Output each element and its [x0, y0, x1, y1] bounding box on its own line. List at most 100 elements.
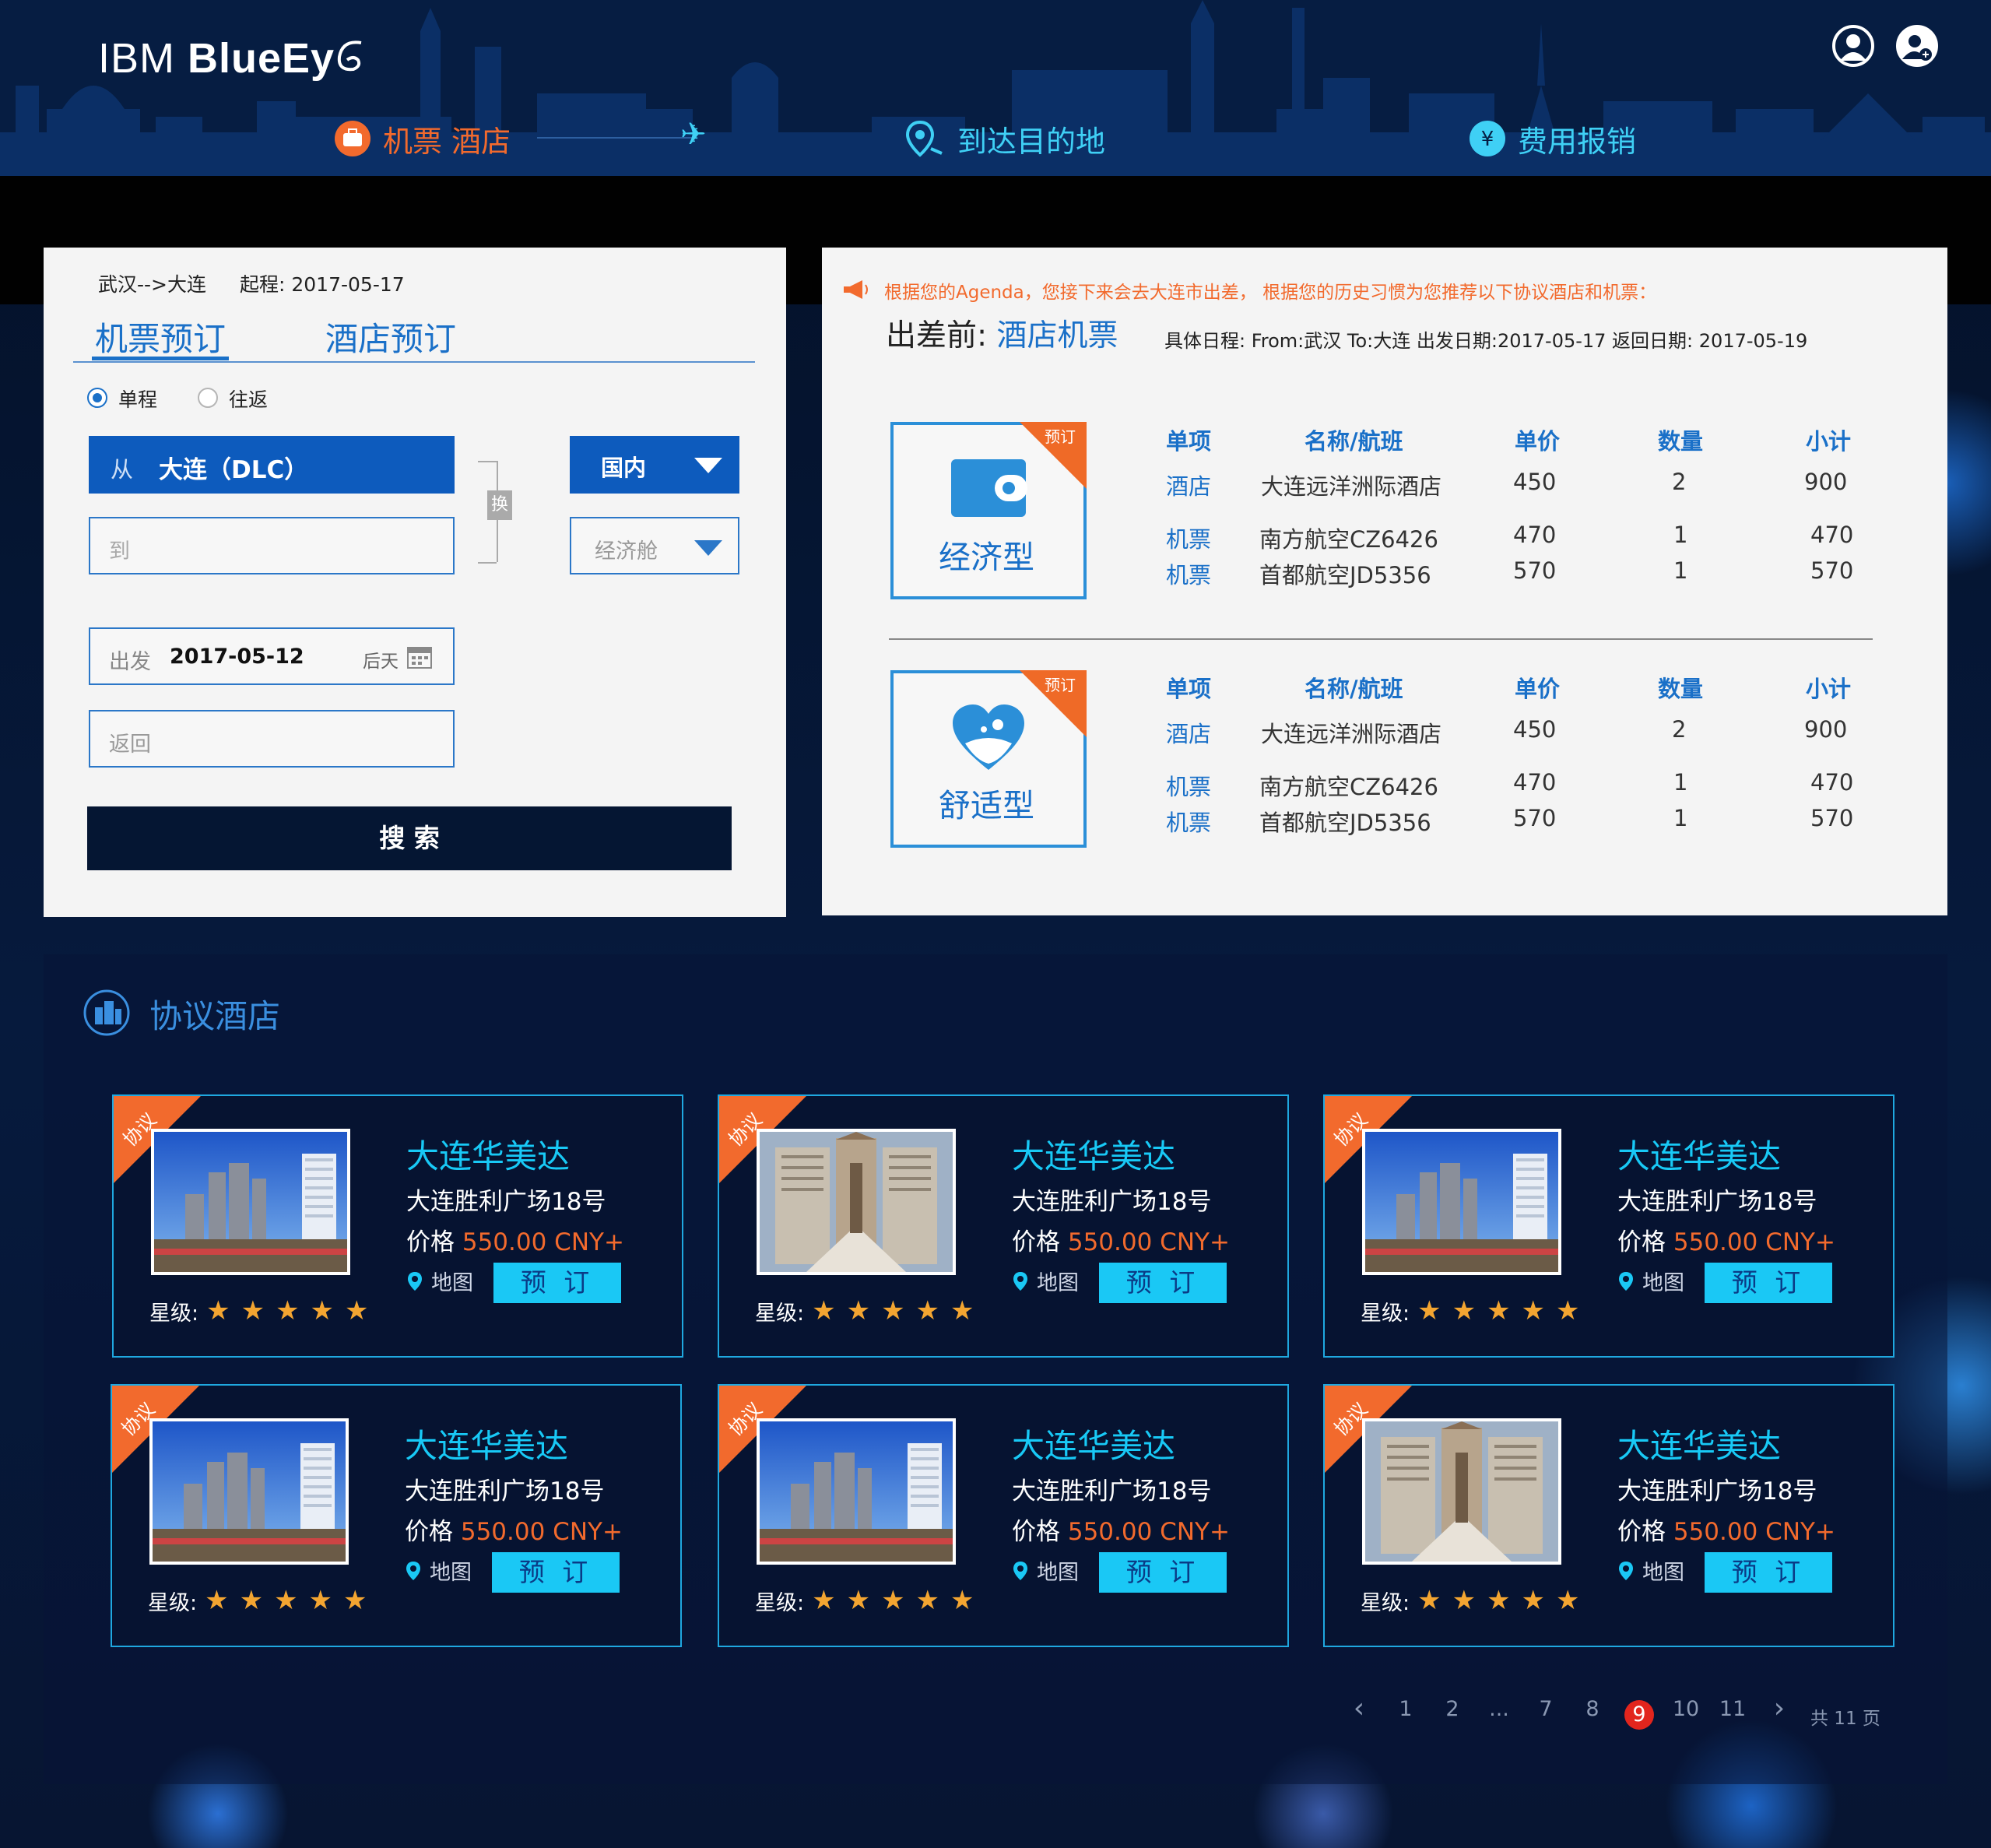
hotel-card[interactable]: 协议 大连华美达 大连胜利广场18号 价格 550.00 CNY+ 地图 预 订… [112, 1094, 683, 1358]
header: IBM BlueEy 机票 酒店 ✈ 到达目的地 ¥ 费用报销 [0, 0, 1991, 176]
hotel-book-button[interactable]: 预 订 [1705, 1263, 1832, 1303]
hotel-name[interactable]: 大连华美达 [1012, 1130, 1175, 1178]
svg-text:¥: ¥ [1481, 128, 1494, 151]
hotel-map-link[interactable]: 地图 [1617, 1266, 1684, 1296]
hotel-card[interactable]: 协议 大连华美达 大连胜利广场18号 价格 550.00 CNY+ 地图 预 订… [1323, 1094, 1894, 1358]
hotel-photo[interactable] [1362, 1418, 1561, 1565]
page-total: 共 11 页 [1810, 1709, 1880, 1729]
nav-flight-hotel[interactable]: 机票 酒店 [333, 117, 511, 160]
hotel-photo[interactable] [149, 1418, 349, 1565]
nav-progress-line [537, 137, 693, 139]
return-placeholder: 返回 [109, 733, 151, 757]
calendar-icon[interactable] [406, 643, 433, 669]
recommendation-panel: 根据您的Agenda，您接下来会去大连市出差， 根据您的历史习惯为您推荐以下协议… [822, 248, 1947, 915]
hotel-rating: 星级: ★★★★★ [1361, 1295, 1591, 1326]
round-trip-radio[interactable] [198, 388, 218, 408]
hotel-name[interactable]: 大连华美达 [405, 1420, 568, 1467]
page-number[interactable]: 7 [1529, 1697, 1563, 1721]
swap-button[interactable]: 换 [487, 490, 512, 520]
col-header-name: 名称/航班 [1305, 676, 1403, 702]
row-price: 570 [1513, 805, 1557, 831]
hotel-price-value: 550.00 CNY+ [460, 1518, 623, 1546]
page-number[interactable]: 1 [1389, 1697, 1423, 1721]
page-number[interactable]: 2 [1435, 1697, 1470, 1721]
hotel-rating: 星级: ★★★★★ [149, 1295, 380, 1326]
swap-bracket-bottom [478, 562, 497, 564]
star-rating-icons: ★★★★★ [1417, 1585, 1591, 1616]
economy-package-card[interactable]: 预订 经济型 [890, 422, 1087, 599]
comfort-package-card[interactable]: 预订 舒适型 [890, 670, 1087, 848]
region-select[interactable]: 国内 [570, 436, 739, 494]
hotel-price-value: 550.00 CNY+ [462, 1228, 624, 1256]
suitcase-icon [335, 121, 370, 156]
hotel-map-link[interactable]: 地图 [1617, 1555, 1684, 1586]
map-pin-icon [408, 1271, 422, 1291]
hotel-photo-image [1365, 1132, 1558, 1272]
row-qty: 2 [1672, 716, 1687, 743]
hotel-photo-image [153, 1421, 346, 1562]
page-number[interactable]: 8 [1575, 1697, 1610, 1721]
hotel-book-button[interactable]: 预 订 [493, 1263, 621, 1303]
one-way-radio[interactable] [87, 388, 107, 408]
add-user-icon[interactable] [1896, 25, 1938, 67]
hotel-card[interactable]: 协议 大连华美达 大连胜利广场18号 价格 550.00 CNY+ 地图 预 订… [111, 1384, 682, 1647]
hotel-address: 大连胜利广场18号 [1617, 1188, 1817, 1216]
hotel-book-button[interactable]: 预 订 [1099, 1552, 1227, 1593]
hotel-map-link[interactable]: 地图 [405, 1555, 472, 1586]
nav-destination[interactable]: 到达目的地 [903, 117, 1105, 160]
hotel-photo[interactable] [757, 1418, 956, 1565]
ibm-blueeye-logo[interactable]: IBM BlueEy [98, 34, 366, 83]
hotel-name[interactable]: 大连华美达 [1617, 1130, 1781, 1178]
hotel-photo[interactable] [1362, 1129, 1561, 1275]
nav-reimbursement[interactable]: ¥ 费用报销 [1468, 117, 1636, 160]
star-rating-icons: ★★★★★ [812, 1585, 985, 1616]
row-qty: 1 [1673, 769, 1688, 796]
page-prev-icon[interactable]: ‹ [1342, 1692, 1376, 1724]
from-field[interactable]: 从 大连（DLC） [89, 436, 455, 494]
row-subtotal: 470 [1810, 522, 1854, 548]
row-name: 首都航空JD5356 [1259, 810, 1431, 836]
hotel-map-label: 地图 [430, 1561, 472, 1585]
hotel-card[interactable]: 协议 大连华美达 大连胜利广场18号 价格 550.00 CNY+ 地图 预 订… [1323, 1384, 1894, 1647]
tab-flight-booking[interactable]: 机票预订 [95, 313, 226, 360]
hotel-rating: 星级: ★★★★★ [1361, 1585, 1591, 1616]
page-number[interactable]: 10 [1669, 1697, 1703, 1721]
page-number[interactable]: 11 [1715, 1697, 1750, 1721]
hotel-book-button[interactable]: 预 订 [492, 1552, 620, 1593]
hotel-map-link[interactable]: 地图 [406, 1266, 473, 1296]
package-divider [889, 638, 1873, 640]
page-number[interactable]: 9 [1624, 1700, 1654, 1730]
user-profile-icon[interactable] [1832, 25, 1874, 67]
col-header-item: 单项 [1166, 676, 1212, 702]
page-next-icon[interactable]: › [1762, 1692, 1796, 1724]
to-field[interactable]: 到 [89, 517, 455, 574]
page-number[interactable]: ... [1482, 1697, 1516, 1721]
hotel-book-button[interactable]: 预 订 [1705, 1552, 1832, 1593]
row-subtotal: 570 [1810, 805, 1854, 831]
col-header-qty: 数量 [1658, 428, 1704, 455]
swap-bracket-top [478, 461, 497, 462]
hotel-name[interactable]: 大连华美达 [406, 1130, 570, 1178]
search-button[interactable]: 搜 索 [87, 806, 732, 870]
row-qty: 1 [1673, 805, 1688, 831]
hotel-name[interactable]: 大连华美达 [1012, 1420, 1175, 1467]
hotel-price-label: 价格 [406, 1228, 462, 1256]
cabin-select[interactable]: 经济舱 [570, 517, 739, 574]
hotel-price: 价格 550.00 CNY+ [1617, 1222, 1835, 1257]
depart-date-field[interactable]: 出发 2017-05-12 后天 [89, 627, 455, 685]
row-kind: 机票 [1166, 562, 1212, 588]
col-header-item: 单项 [1166, 428, 1212, 455]
hotel-card[interactable]: 协议 大连华美达 大连胜利广场18号 价格 550.00 CNY+ 地图 预 订… [718, 1384, 1289, 1647]
hotel-book-button[interactable]: 预 订 [1099, 1263, 1227, 1303]
hotel-map-link[interactable]: 地图 [1012, 1555, 1079, 1586]
return-date-field[interactable]: 返回 [89, 710, 455, 768]
hotel-card[interactable]: 协议 大连华美达 大连胜利广场18号 价格 550.00 CNY+ 地图 预 订… [718, 1094, 1289, 1358]
hotel-photo[interactable] [757, 1129, 956, 1275]
hotel-name[interactable]: 大连华美达 [1617, 1420, 1781, 1467]
tab-hotel-booking[interactable]: 酒店预订 [325, 313, 456, 360]
to-placeholder: 到 [109, 539, 130, 564]
hotel-photo[interactable] [151, 1129, 350, 1275]
hotel-map-link[interactable]: 地图 [1012, 1266, 1079, 1296]
hotel-price-label: 价格 [1617, 1518, 1673, 1546]
hotel-map-label: 地图 [1037, 1561, 1079, 1585]
